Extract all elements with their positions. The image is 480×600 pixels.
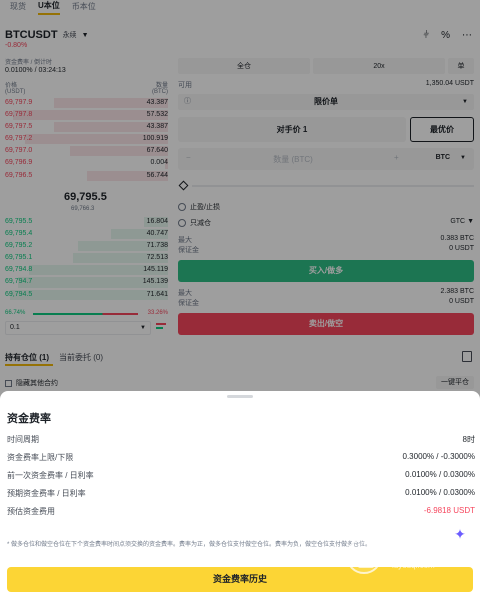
estimated-fee-row: 预估资金费用 -6.9818 USDT [7, 506, 475, 518]
row-value: 0.3000% / -0.3000% [402, 452, 476, 461]
expected-rate-row: 预期资金费率 / 日利率 0.0100% / 0.0300% [7, 488, 475, 500]
row-label: 前一次资金费率 / 日利率 [7, 471, 94, 480]
row-value: -6.9818 USDT [423, 506, 475, 515]
row-value: 0.0100% / 0.0300% [405, 470, 475, 479]
previous-rate-row: 前一次资金费率 / 日利率 0.0100% / 0.0300% [7, 470, 475, 482]
watermark-title: 路由器 [392, 543, 446, 562]
row-label: 时间周期 [7, 435, 39, 444]
drag-handle[interactable] [227, 395, 253, 398]
row-label: 预期资金费率 / 日利率 [7, 489, 86, 498]
router-logo-icon [346, 538, 382, 574]
watermark-url: luyouqi.com [392, 561, 435, 570]
row-label: 资金费率上限/下限 [7, 453, 74, 462]
sheet-title: 资金费率 [7, 413, 51, 425]
row-value: 8时 [462, 435, 475, 444]
row-value: 0.0100% / 0.0300% [405, 488, 475, 497]
funding-cap-row: 资金费率上限/下限 0.3000% / -0.3000% [7, 452, 475, 464]
row-label: 预估资金费用 [7, 507, 55, 516]
watermark-logo: 路由器 luyouqi.com [346, 536, 476, 576]
funding-interval-row: 时间周期 8时 [7, 434, 475, 446]
